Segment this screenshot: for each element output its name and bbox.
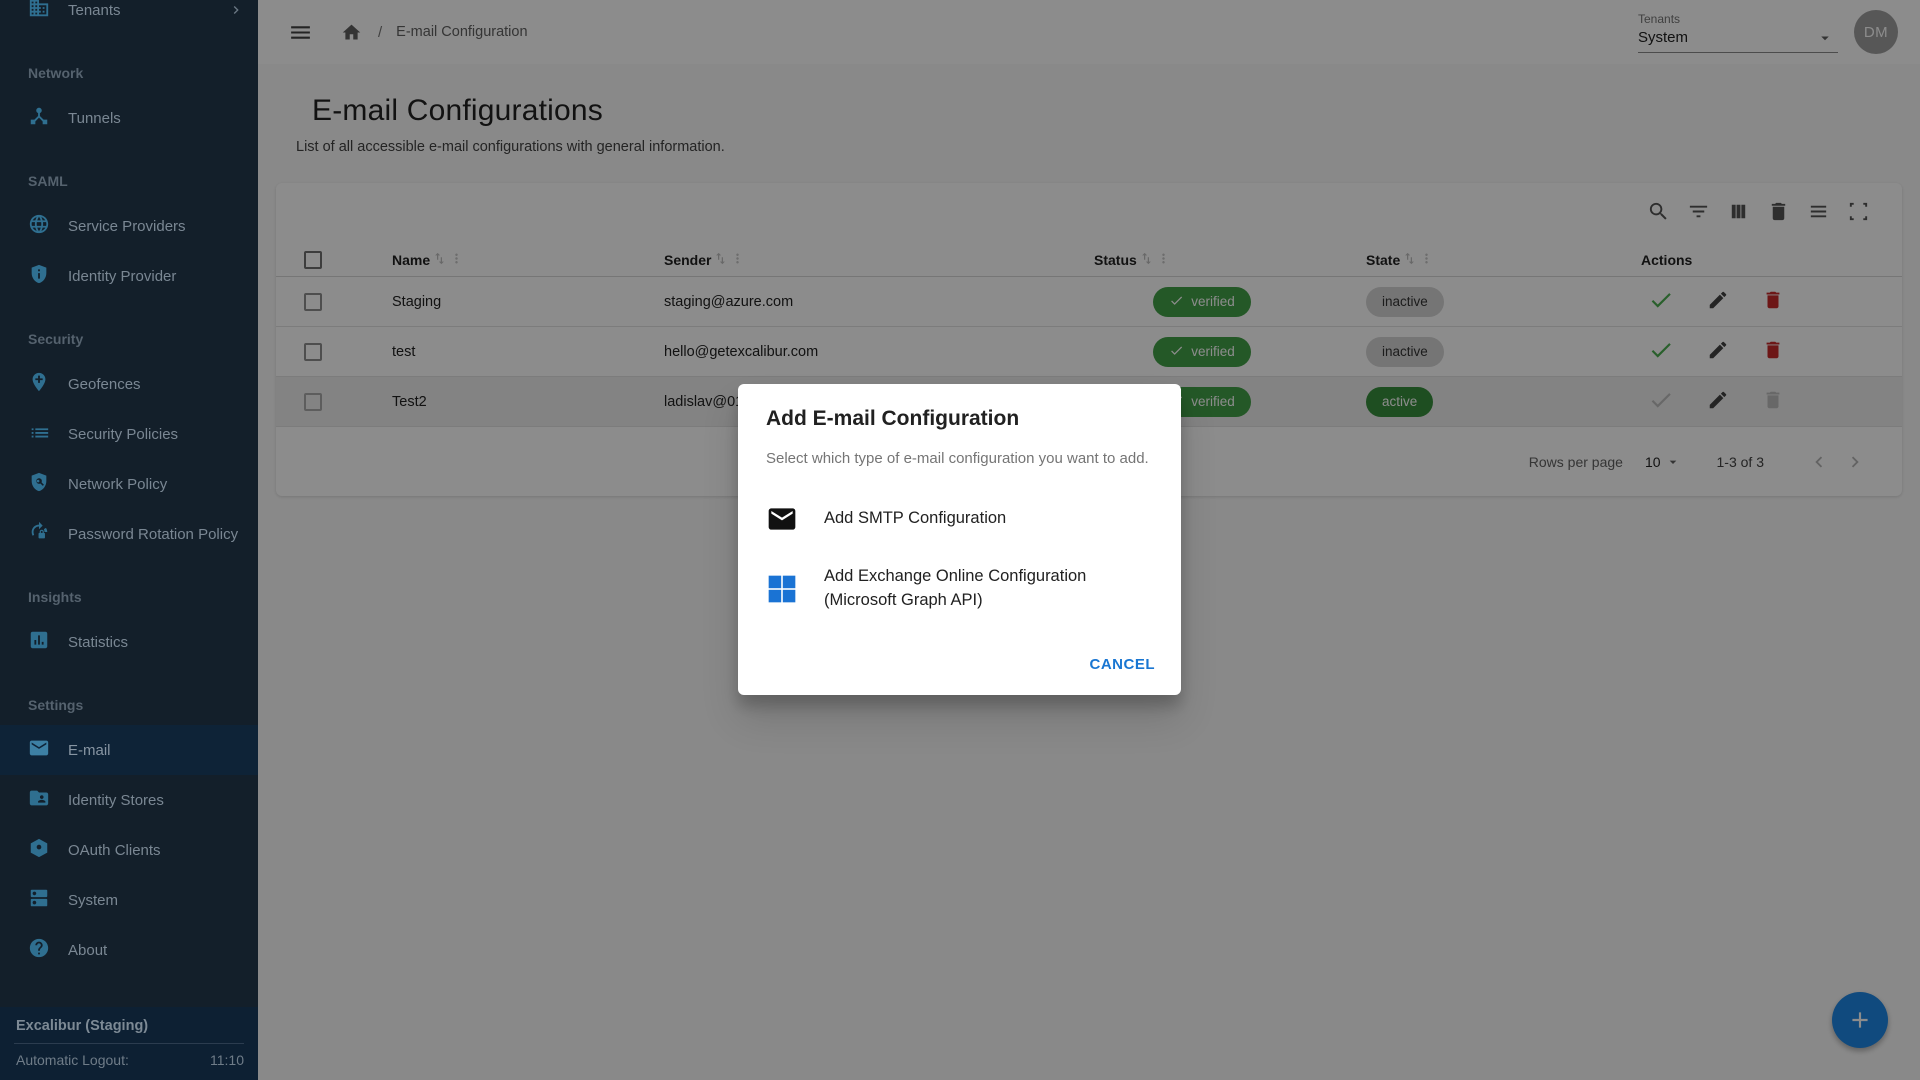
tenants-icon xyxy=(28,0,50,23)
dialog-title: Add E-mail Configuration xyxy=(766,407,1153,431)
sidebar-item-label: Tenants xyxy=(68,2,121,19)
smtp-envelope-icon xyxy=(766,503,798,535)
sidebar-section-network: Network xyxy=(0,65,258,85)
sidebar-nav: Network Tunnels SAML Service Providers Ident… xyxy=(0,65,258,975)
dialog-option-add-exchange-online-configuration[interactable]: Add Exchange Online Configuration(Micros… xyxy=(738,555,1181,623)
sidebar-item-label: E-mail xyxy=(68,742,111,759)
sidebar-item-system[interactable]: System xyxy=(0,875,258,925)
chevron-right-icon xyxy=(228,2,244,18)
dns-icon xyxy=(28,887,50,913)
token-icon xyxy=(28,837,50,863)
sidebar-item-oauth-clients[interactable]: OAuth Clients xyxy=(0,825,258,875)
sidebar-item-label: Password Rotation Policy xyxy=(68,526,238,543)
globe-icon xyxy=(28,213,50,239)
shield-search-icon xyxy=(28,471,50,497)
sidebar-item-label: Geofences xyxy=(68,376,141,393)
add-email-configuration-dialog: Add E-mail Configuration Select which ty… xyxy=(738,384,1181,695)
microsoft-icon xyxy=(766,573,798,605)
logout-label: Automatic Logout: xyxy=(16,1052,129,1068)
sidebar-item-statistics[interactable]: Statistics xyxy=(0,617,258,667)
sidebar-item-password-rotation-policy[interactable]: Password Rotation Policy xyxy=(0,509,258,559)
sidebar-item-tenants[interactable]: Tenants xyxy=(0,0,258,35)
sidebar-item-identity-provider[interactable]: Identity Provider xyxy=(0,251,258,301)
dialog-option-add-smtp-configuration[interactable]: Add SMTP Configuration xyxy=(738,491,1181,547)
geofence-pin-icon xyxy=(28,371,50,397)
sidebar-item-geofences[interactable]: Geofences xyxy=(0,359,258,409)
sidebar-item-label: Statistics xyxy=(68,634,128,651)
sidebar-item-label: Security Policies xyxy=(68,426,178,443)
sidebar-item-label: Service Providers xyxy=(68,218,186,235)
sidebar-item-network-policy[interactable]: Network Policy xyxy=(0,459,258,509)
sidebar-item-identity-stores[interactable]: Identity Stores xyxy=(0,775,258,825)
dialog-subtitle: Select which type of e-mail configuratio… xyxy=(766,450,1153,467)
app-name-label: Excalibur (Staging) xyxy=(14,1018,244,1034)
sidebar-item-label: About xyxy=(68,942,107,959)
sidebar-section-settings: Settings xyxy=(0,697,258,717)
sidebar-item-label: System xyxy=(68,892,118,909)
sidebar: Tenants Network Tunnels SAML Service Provid… xyxy=(0,0,258,1080)
sidebar-item-service-providers[interactable]: Service Providers xyxy=(0,201,258,251)
cancel-button[interactable]: CANCEL xyxy=(1080,648,1166,681)
sidebar-item-label: Identity Provider xyxy=(68,268,176,285)
sidebar-item-security-policies[interactable]: Security Policies xyxy=(0,409,258,459)
footer-divider xyxy=(14,1043,244,1044)
sidebar-item-label: OAuth Clients xyxy=(68,842,161,859)
sidebar-item-e-mail[interactable]: E-mail xyxy=(0,725,258,775)
logout-row: Automatic Logout: 11:10 xyxy=(14,1052,244,1068)
sidebar-section-security: Security xyxy=(0,331,258,351)
sidebar-item-label: Identity Stores xyxy=(68,792,164,809)
sidebar-item-tunnels[interactable]: Tunnels xyxy=(0,93,258,143)
logout-timer: 11:10 xyxy=(210,1052,244,1068)
bar-chart-icon xyxy=(28,629,50,655)
sidebar-item-label: Tunnels xyxy=(68,110,121,127)
tunnels-icon xyxy=(28,105,50,131)
sidebar-section-insights: Insights xyxy=(0,589,258,609)
rotate-lock-icon xyxy=(28,521,50,547)
app-root: Tenants Network Tunnels SAML Service Provid… xyxy=(0,0,1920,1080)
help-icon xyxy=(28,937,50,963)
sidebar-footer: Excalibur (Staging) Automatic Logout: 11… xyxy=(0,1007,258,1080)
email-icon xyxy=(28,737,50,763)
dialog-option-label: Add Exchange Online Configuration(Micros… xyxy=(824,565,1086,613)
shield-info-icon xyxy=(28,263,50,289)
dialog-option-label: Add SMTP Configuration xyxy=(824,507,1006,531)
sidebar-item-label: Network Policy xyxy=(68,476,167,493)
dialog-actions: CANCEL xyxy=(1080,648,1166,681)
sidebar-section-saml: SAML xyxy=(0,173,258,193)
folder-user-icon xyxy=(28,787,50,813)
list-icon xyxy=(28,421,50,447)
dialog-options: Add SMTP Configuration Add Exchange Onlin… xyxy=(738,491,1181,623)
sidebar-item-about[interactable]: About xyxy=(0,925,258,975)
